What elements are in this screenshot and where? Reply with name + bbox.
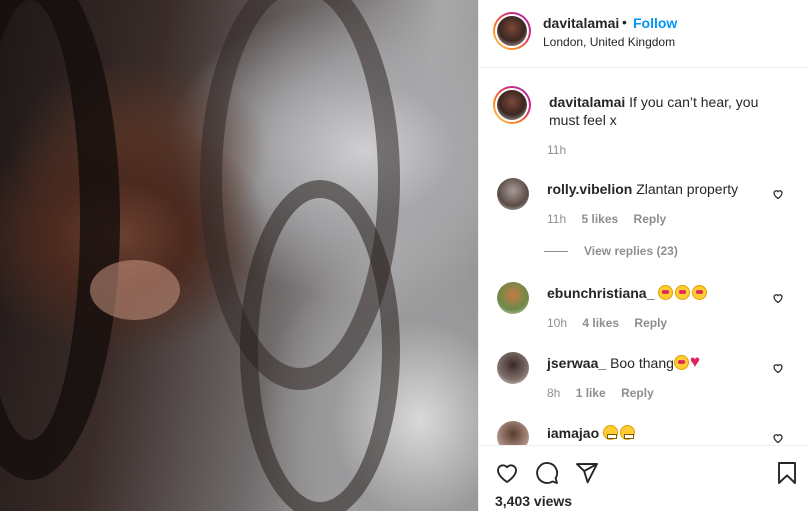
view-count[interactable]: 3,403 views	[495, 493, 572, 509]
heart-icon[interactable]	[495, 461, 519, 485]
grimace-emoji-icon	[620, 425, 636, 440]
comment-username[interactable]: iamajao	[547, 425, 599, 441]
comment-time[interactable]: 8h	[547, 386, 560, 400]
post-header: davitalamai • Follow London, United King…	[479, 0, 809, 68]
caption: davitalamai If you can’t hear, you must …	[549, 93, 789, 129]
bookmark-icon[interactable]	[775, 461, 799, 485]
caption-username[interactable]: davitalamai	[549, 94, 625, 110]
reply-button[interactable]: Reply	[634, 316, 667, 330]
avatar[interactable]	[497, 282, 529, 314]
like-comment-heart-icon[interactable]	[772, 292, 784, 304]
comment-likes[interactable]: 4 likes	[582, 316, 619, 330]
separator-dot: •	[622, 14, 627, 30]
red-heart-emoji-icon	[690, 353, 706, 371]
heart-eyes-emoji-icon	[692, 285, 708, 300]
username-link[interactable]: davitalamai	[543, 15, 619, 31]
media-detail	[0, 0, 120, 480]
heart-eyes-emoji-icon	[658, 285, 674, 300]
comment-meta: 8h 1 like Reply	[547, 386, 666, 400]
avatar[interactable]	[497, 352, 529, 384]
comment-username[interactable]: rolly.vibelion	[547, 181, 632, 197]
heart-eyes-emoji-icon	[673, 355, 689, 370]
like-comment-heart-icon[interactable]	[772, 188, 784, 200]
comment-emojis	[658, 285, 709, 301]
like-comment-heart-icon[interactable]	[772, 432, 784, 444]
comment-likes[interactable]: 1 like	[576, 386, 606, 400]
comment-icon[interactable]	[535, 461, 559, 485]
post-media[interactable]	[0, 0, 478, 511]
post-sidebar: davitalamai • Follow London, United King…	[478, 0, 809, 511]
media-detail	[240, 180, 400, 511]
comment-meta: 10h 4 likes Reply	[547, 316, 679, 330]
comment-text: Boo thang	[610, 355, 674, 371]
share-icon[interactable]	[575, 461, 599, 485]
comment-item: ebunchristiana_	[547, 284, 772, 302]
replies-divider	[544, 251, 568, 253]
comment-time[interactable]: 10h	[547, 316, 567, 330]
comment-item: jserwaa_ Boo thang	[547, 353, 772, 372]
caption-timestamp[interactable]: 11h	[547, 143, 566, 157]
comment-username[interactable]: jserwaa_	[547, 355, 606, 371]
comment-time[interactable]: 11h	[547, 212, 566, 226]
grimace-emoji-icon	[603, 425, 619, 440]
comment-text: Zlantan property	[636, 181, 739, 197]
like-comment-heart-icon[interactable]	[772, 362, 784, 374]
location-link[interactable]: London, United Kingdom	[543, 35, 675, 49]
reply-button[interactable]: Reply	[621, 386, 654, 400]
follow-button[interactable]: Follow	[633, 15, 677, 31]
comment-username[interactable]: ebunchristiana_	[547, 285, 654, 301]
comment-item: rolly.vibelion Zlantan property	[547, 180, 772, 198]
comment-meta: 11h 5 likes Reply	[547, 212, 678, 226]
caption-avatar[interactable]	[493, 86, 531, 124]
view-replies-button[interactable]: View replies (23)	[544, 244, 678, 258]
comment-item: iamajao	[547, 424, 772, 442]
avatar[interactable]	[497, 178, 529, 210]
view-replies-label: View replies (23)	[584, 244, 678, 258]
heart-eyes-emoji-icon	[675, 285, 691, 300]
reply-button[interactable]: Reply	[634, 212, 667, 226]
comment-emojis	[603, 425, 637, 441]
comment-emojis	[673, 353, 708, 371]
comment-likes[interactable]: 5 likes	[581, 212, 618, 226]
action-bar: 3,403 views	[479, 445, 809, 511]
avatar[interactable]	[493, 12, 531, 50]
media-detail	[90, 260, 180, 320]
